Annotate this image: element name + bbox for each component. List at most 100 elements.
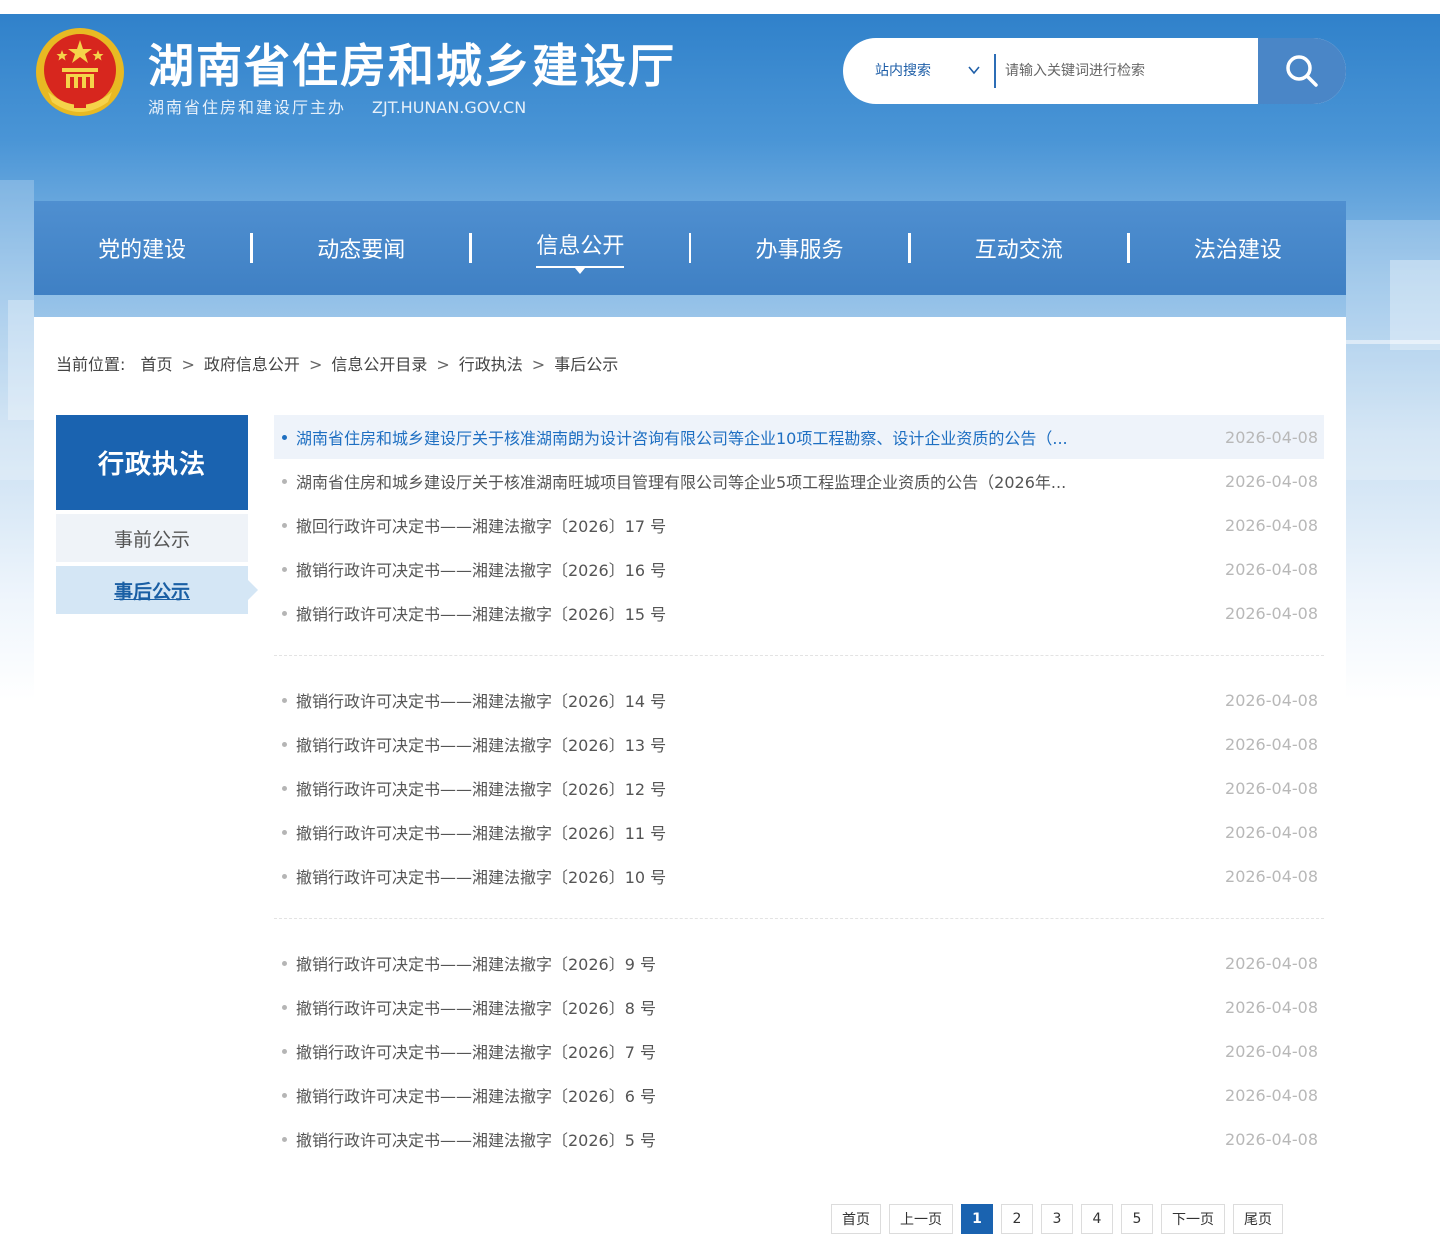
list-item-title[interactable]: 撤销行政许可决定书——湘建法撤字〔2026〕8 号 [296,995,656,1019]
nav-item-party-building[interactable]: 党的建设 [34,232,250,264]
prev-page-button[interactable]: 上一页 [889,1204,953,1234]
list-item[interactable]: 撤销行政许可决定书——湘建法撤字〔2026〕14 号 2026-04-08 [274,678,1324,722]
breadcrumb-separator: > [436,355,450,374]
list-item-date: 2026-04-08 [1225,690,1318,710]
breadcrumb-separator: > [181,355,195,374]
list-item-title[interactable]: 湖南省住房和城乡建设厅关于核准湖南朗为设计咨询有限公司等企业10项工程勘察、设计… [296,425,1068,449]
breadcrumb-separator: > [308,355,323,374]
list-item[interactable]: 撤销行政许可决定书——湘建法撤字〔2026〕13 号 2026-04-08 [274,722,1324,766]
list-item[interactable]: 撤销行政许可决定书——湘建法撤字〔2026〕5 号 2026-04-08 [274,1117,1324,1161]
bullet-icon [282,434,287,440]
sidebar-item-post-disclosure[interactable]: 事后公示 [56,566,258,614]
list-item-left: 湖南省住房和城乡建设厅关于核准湖南朗为设计咨询有限公司等企业10项工程勘察、设计… [282,425,1068,449]
breadcrumb-gov-info[interactable]: 政府信息公开 [204,355,300,374]
breadcrumb-home[interactable]: 首页 [141,355,173,374]
nav-item-news[interactable]: 动态要闻 [253,232,469,264]
sidebar-title: 行政执法 [56,415,248,510]
search-divider [994,54,996,88]
site-title[interactable]: 湖南省住房和城乡建设厅 [148,30,676,96]
list-item[interactable]: 撤销行政许可决定书——湘建法撤字〔2026〕6 号 2026-04-08 [274,1073,1324,1117]
breadcrumb-info-catalog[interactable]: 信息公开目录 [331,355,427,374]
list-item-title[interactable]: 撤销行政许可决定书——湘建法撤字〔2026〕13 号 [296,732,666,756]
nav-item-info-disclosure[interactable]: 信息公开 [472,228,688,274]
list-item-title[interactable]: 撤销行政许可决定书——湘建法撤字〔2026〕9 号 [296,951,656,975]
list-item-left: 撤销行政许可决定书——湘建法撤字〔2026〕10 号 [282,864,666,888]
list-item[interactable]: 湖南省住房和城乡建设厅关于核准湖南旺城项目管理有限公司等企业5项工程监理企业资质… [274,459,1324,503]
list-item[interactable]: 撤销行政许可决定书——湘建法撤字〔2026〕15 号 2026-04-08 [274,591,1324,635]
list-item-left: 撤销行政许可决定书——湘建法撤字〔2026〕5 号 [282,1127,656,1151]
bullet-icon [282,785,287,791]
list-item-date: 2026-04-08 [1225,471,1318,491]
page-button-1[interactable]: 1 [961,1204,993,1234]
list-item-title[interactable]: 撤销行政许可决定书——湘建法撤字〔2026〕5 号 [296,1127,656,1151]
page-button-3[interactable]: 3 [1041,1204,1073,1234]
bullet-icon [282,697,287,703]
list-item-title[interactable]: 湖南省住房和城乡建设厅关于核准湖南旺城项目管理有限公司等企业5项工程监理企业资质… [296,469,1066,493]
breadcrumb-admin-enforcement[interactable]: 行政执法 [459,355,523,374]
list-item[interactable]: 撤销行政许可决定书——湘建法撤字〔2026〕9 号 2026-04-08 [274,941,1324,985]
list-item-title[interactable]: 撤销行政许可决定书——湘建法撤字〔2026〕12 号 [296,776,666,800]
nav-item-rule-of-law[interactable]: 法治建设 [1130,232,1346,264]
bullet-icon [282,829,287,835]
list-item-left: 撤回行政许可决定书——湘建法撤字〔2026〕17 号 [282,513,666,537]
bullet-icon [282,1136,287,1142]
list-item-title[interactable]: 撤销行政许可决定书——湘建法撤字〔2026〕11 号 [296,820,666,844]
page-button-2[interactable]: 2 [1001,1204,1033,1234]
nav-item-interaction[interactable]: 互动交流 [911,232,1127,264]
list-item-date: 2026-04-08 [1225,734,1318,754]
site-host-org: 湖南省住房和建设厅主办 [148,98,347,117]
nav-item-services[interactable]: 办事服务 [691,232,907,264]
list-item-date: 2026-04-08 [1225,1129,1318,1149]
chevron-down-icon[interactable] [968,64,980,76]
list-item-left: 撤销行政许可决定书——湘建法撤字〔2026〕6 号 [282,1083,656,1107]
breadcrumb: 当前位置: 首页 > 政府信息公开 > 信息公开目录 > 行政执法 > 事后公示 [56,351,618,375]
page-button-5[interactable]: 5 [1121,1204,1153,1234]
list-item-title[interactable]: 撤销行政许可决定书——湘建法撤字〔2026〕7 号 [296,1039,656,1063]
list-item-date: 2026-04-08 [1225,778,1318,798]
list-item-date: 2026-04-08 [1225,953,1318,973]
list-item-title[interactable]: 撤销行政许可决定书——湘建法撤字〔2026〕15 号 [296,601,666,625]
nav-item-label: 互动交流 [974,238,1063,263]
search-icon [1286,55,1318,87]
list-item-title[interactable]: 撤销行政许可决定书——湘建法撤字〔2026〕16 号 [296,557,666,581]
search-input[interactable] [1005,38,1255,104]
list-item[interactable]: 撤销行政许可决定书——湘建法撤字〔2026〕7 号 2026-04-08 [274,1029,1324,1073]
bullet-icon [282,1048,287,1054]
list-item-date: 2026-04-08 [1225,822,1318,842]
nav-item-label: 党的建设 [98,238,187,263]
top-strip [0,0,1440,14]
search-scope-select[interactable]: 站内搜索 [875,38,931,104]
list-item[interactable]: 撤销行政许可决定书——湘建法撤字〔2026〕16 号 2026-04-08 [274,547,1324,591]
bullet-icon [282,873,287,879]
page-button-4[interactable]: 4 [1081,1204,1113,1234]
last-page-button[interactable]: 尾页 [1233,1204,1283,1234]
list-group: 撤销行政许可决定书——湘建法撤字〔2026〕9 号 2026-04-08 撤销行… [274,941,1324,1181]
next-page-button[interactable]: 下一页 [1161,1204,1225,1234]
bullet-icon [282,522,287,528]
list-item-title[interactable]: 撤销行政许可决定书——湘建法撤字〔2026〕10 号 [296,864,666,888]
bullet-icon [282,1004,287,1010]
list-item-left: 撤销行政许可决定书——湘建法撤字〔2026〕8 号 [282,995,656,1019]
breadcrumb-current[interactable]: 事后公示 [554,355,618,374]
search-button[interactable] [1258,38,1346,104]
list-item[interactable]: 撤销行政许可决定书——湘建法撤字〔2026〕10 号 2026-04-08 [274,854,1324,898]
list-item-title[interactable]: 撤销行政许可决定书——湘建法撤字〔2026〕6 号 [296,1083,656,1107]
list-item-date: 2026-04-08 [1225,603,1318,623]
list-item-date: 2026-04-08 [1225,427,1318,447]
list-item-title[interactable]: 撤销行政许可决定书——湘建法撤字〔2026〕14 号 [296,688,666,712]
first-page-button[interactable]: 首页 [831,1204,881,1234]
bullet-icon [282,478,287,484]
list-item[interactable]: 湖南省住房和城乡建设厅关于核准湖南朗为设计咨询有限公司等企业10项工程勘察、设计… [274,415,1324,459]
list-item[interactable]: 撤销行政许可决定书——湘建法撤字〔2026〕12 号 2026-04-08 [274,766,1324,810]
list-item-date: 2026-04-08 [1225,559,1318,579]
sidebar-item-pre-disclosure[interactable]: 事前公示 [56,514,248,562]
list-item-title[interactable]: 撤回行政许可决定书——湘建法撤字〔2026〕17 号 [296,513,666,537]
list-item[interactable]: 撤销行政许可决定书——湘建法撤字〔2026〕11 号 2026-04-08 [274,810,1324,854]
nav-item-label: 信息公开 [536,228,625,274]
search-bar: 站内搜索 [843,38,1346,104]
list-item-date: 2026-04-08 [1225,1085,1318,1105]
list-item[interactable]: 撤回行政许可决定书——湘建法撤字〔2026〕17 号 2026-04-08 [274,503,1324,547]
list-item-date: 2026-04-08 [1225,515,1318,535]
national-emblem-icon[interactable] [34,26,126,118]
list-item[interactable]: 撤销行政许可决定书——湘建法撤字〔2026〕8 号 2026-04-08 [274,985,1324,1029]
